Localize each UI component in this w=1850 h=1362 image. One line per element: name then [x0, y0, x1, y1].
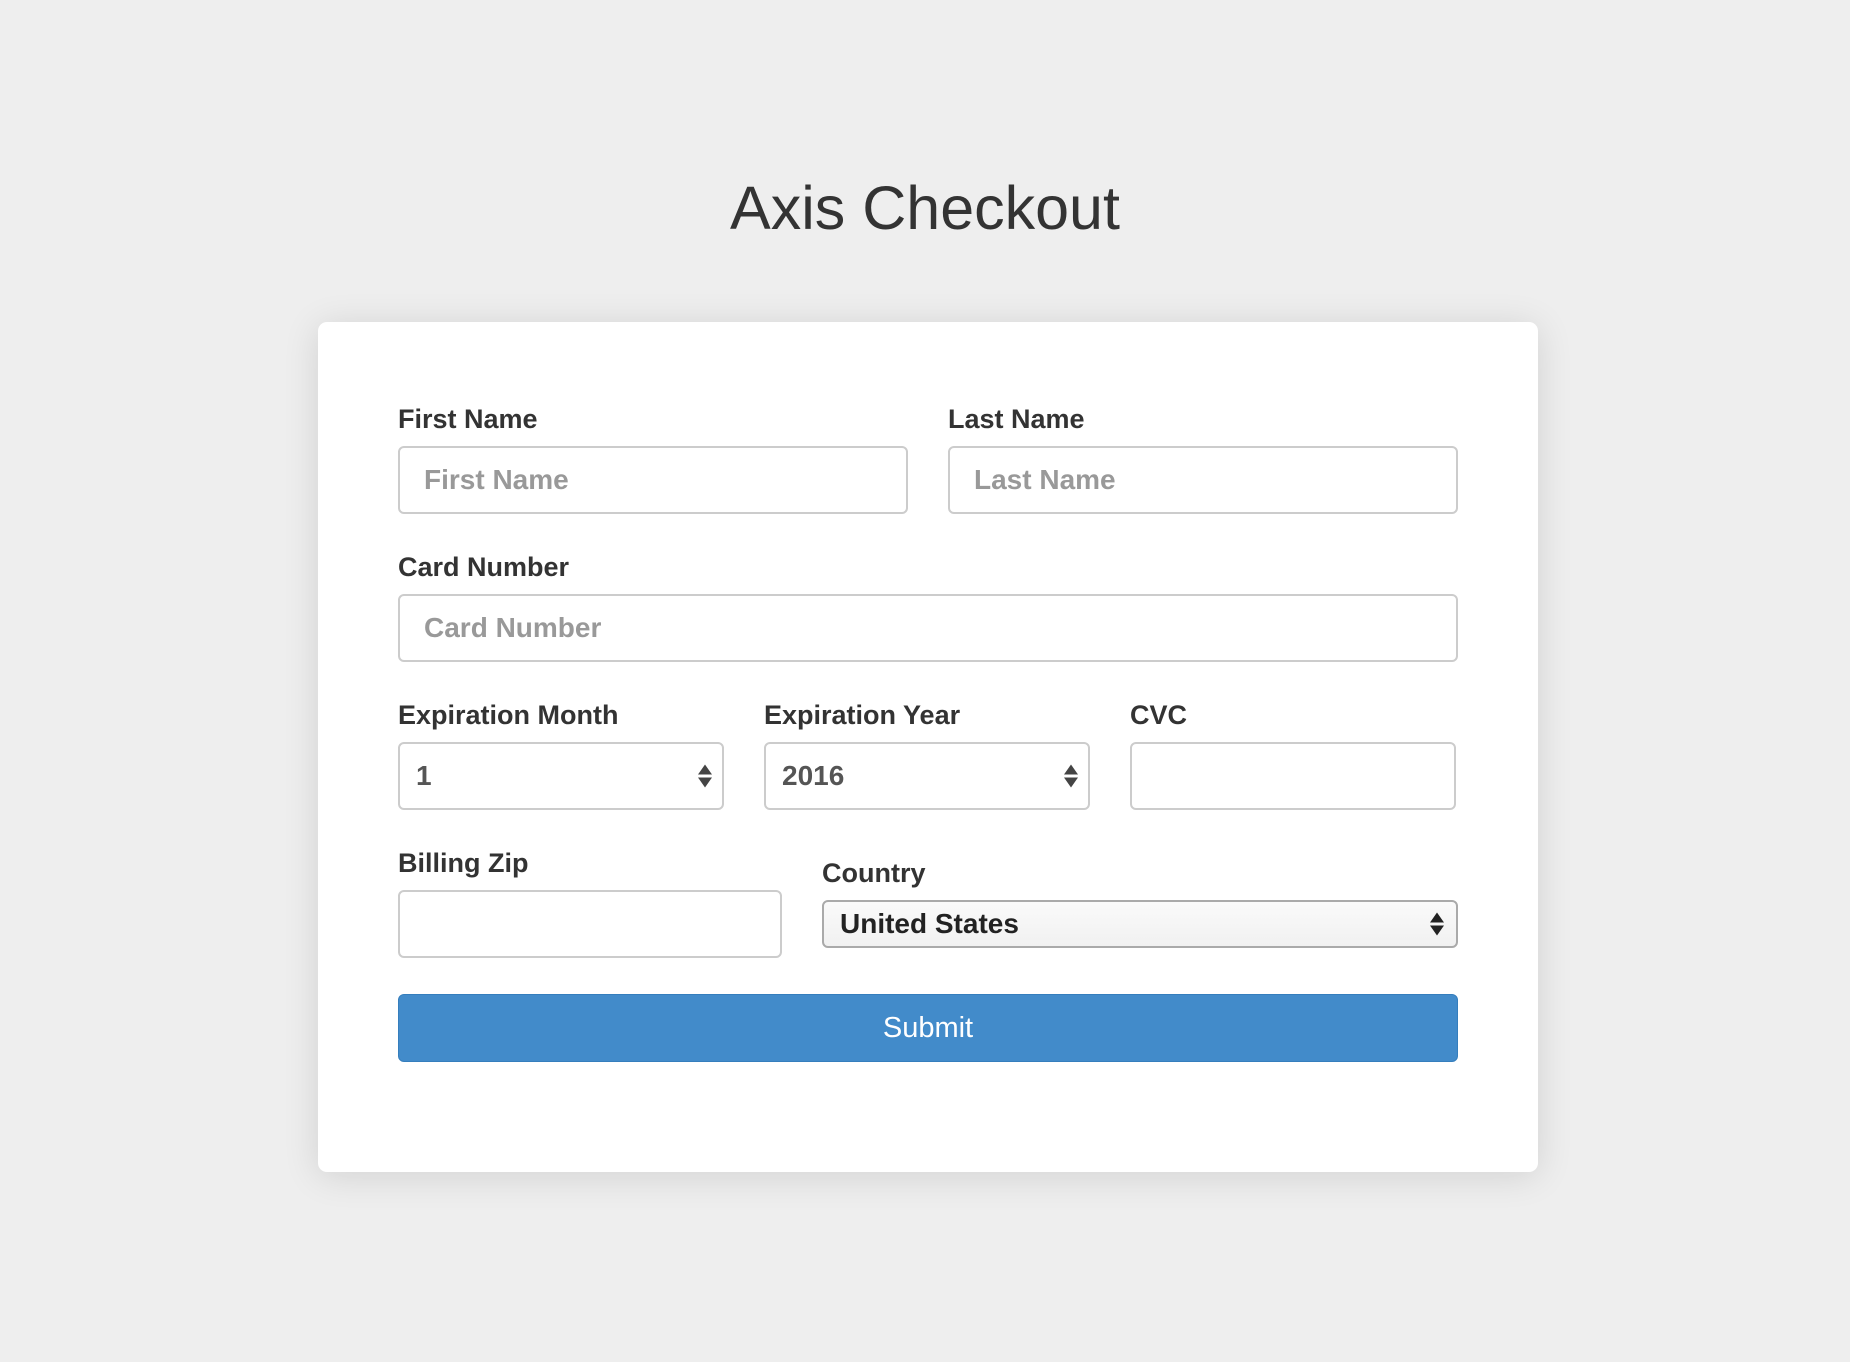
checkout-card: First Name Last Name Card Number Expirat…	[318, 322, 1538, 1172]
expiration-month-group: Expiration Month 1	[398, 698, 724, 810]
expiration-month-select[interactable]: 1	[398, 742, 724, 810]
first-name-label: First Name	[398, 404, 538, 434]
card-number-input[interactable]	[398, 594, 1458, 662]
card-number-group: Card Number	[398, 550, 1458, 662]
cvc-group: CVC	[1130, 698, 1456, 810]
expiration-year-value: 2016	[782, 760, 845, 791]
updown-chevron-icon	[1064, 764, 1078, 788]
billing-zip-input[interactable]	[398, 890, 782, 958]
country-value: United States	[840, 908, 1019, 939]
card-number-label: Card Number	[398, 552, 570, 582]
last-name-label: Last Name	[948, 404, 1085, 434]
expiration-year-select[interactable]: 2016	[764, 742, 1090, 810]
cvc-input[interactable]	[1130, 742, 1456, 810]
last-name-input[interactable]	[948, 446, 1458, 514]
cvc-label: CVC	[1130, 700, 1188, 730]
billing-zip-label: Billing Zip	[398, 848, 529, 878]
first-name-input[interactable]	[398, 446, 908, 514]
country-group: Country United States	[822, 856, 1458, 948]
expiration-year-group: Expiration Year 2016	[764, 698, 1090, 810]
updown-chevron-icon	[698, 764, 712, 788]
expiration-year-label: Expiration Year	[764, 700, 961, 730]
last-name-group: Last Name	[948, 402, 1458, 514]
updown-chevron-icon	[1430, 912, 1444, 936]
country-label: Country	[822, 858, 926, 888]
country-select[interactable]: United States	[822, 900, 1458, 948]
expiration-month-label: Expiration Month	[398, 700, 619, 730]
billing-zip-group: Billing Zip	[398, 846, 782, 958]
first-name-group: First Name	[398, 402, 908, 514]
page-title: Axis Checkout	[730, 174, 1120, 242]
submit-button[interactable]: Submit	[398, 994, 1458, 1062]
expiration-month-value: 1	[416, 760, 432, 791]
